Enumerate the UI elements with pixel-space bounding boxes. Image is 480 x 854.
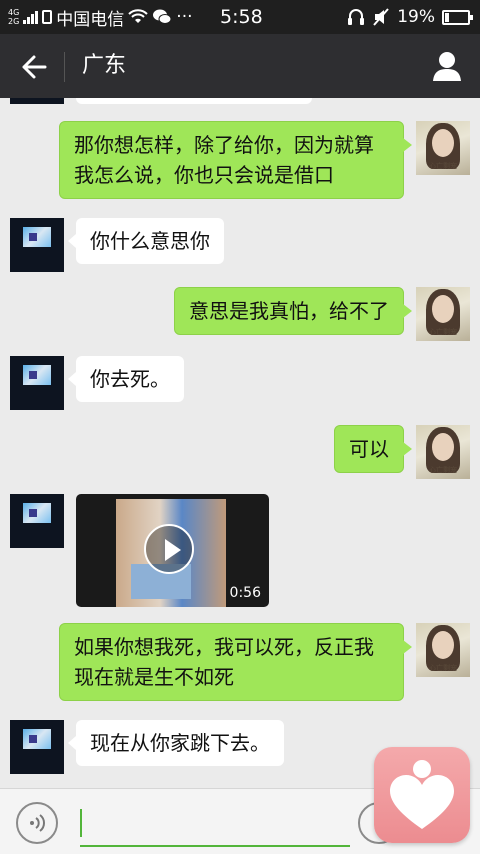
- play-icon[interactable]: [144, 524, 194, 574]
- battery-percent: 19%: [397, 7, 435, 27]
- network-top-label: 4G: [8, 8, 20, 17]
- my-avatar-caption: 心亡剩宠: [429, 328, 457, 336]
- status-time: 5:58: [220, 6, 263, 28]
- title-divider: [64, 52, 65, 82]
- message-text: 现在从你家跳下去。: [90, 731, 270, 755]
- my-avatar[interactable]: 心亡剩宠: [416, 425, 470, 479]
- profile-icon[interactable]: [432, 50, 462, 82]
- wifi-icon: [128, 9, 149, 23]
- sim-card-icon: [42, 10, 53, 24]
- status-left: 4G 2G 中国电信 ···: [8, 0, 193, 34]
- contact-avatar[interactable]: [10, 720, 64, 774]
- network-bottom-label: 2G: [8, 17, 20, 26]
- my-avatar[interactable]: 心亡剩宠: [416, 287, 470, 341]
- video-duration: 0:56: [229, 585, 261, 601]
- message-bubble-sent[interactable]: 那你想怎样，除了给你，因为就算我怎么说，你也只会说是借口: [59, 121, 412, 199]
- status-bar: 4G 2G 中国电信 ··· 5:58 19%: [0, 0, 480, 34]
- message-text: 可以: [349, 437, 389, 461]
- battery-fill: [445, 12, 449, 22]
- message-bubble-received[interactable]: 你去死。: [68, 356, 184, 402]
- message-input[interactable]: [80, 801, 350, 847]
- chat-area[interactable]: 心亡剩宠 那你想怎样，除了给你，因为就算我怎么说，你也只会说是借口 你什么意思你…: [0, 98, 480, 788]
- my-avatar-caption: 心亡剩宠: [429, 162, 457, 170]
- message-text: 你什么意思你: [90, 229, 210, 253]
- signal-icon: [23, 10, 39, 24]
- contact-avatar[interactable]: [10, 356, 64, 410]
- contact-avatar[interactable]: [10, 218, 64, 272]
- message-bubble-received[interactable]: 现在从你家跳下去。: [68, 720, 284, 766]
- chat-title: 广东: [82, 53, 127, 78]
- message-text: 如果你想我死，我可以死，反正我现在就是生不如死: [74, 635, 374, 689]
- message-bubble-sent[interactable]: 如果你想我死，我可以死，反正我现在就是生不如死: [59, 623, 412, 701]
- headset-icon: [348, 9, 365, 25]
- message-bubble-sent[interactable]: 可以: [334, 425, 412, 473]
- battery-icon: [442, 9, 473, 25]
- contact-avatar[interactable]: [10, 494, 64, 548]
- carrier-name: 中国电信: [56, 9, 125, 30]
- video-message[interactable]: 0:56: [76, 494, 269, 607]
- message-text: 你去死。: [90, 367, 170, 391]
- status-right: 19%: [347, 0, 473, 34]
- more-indicator: ···: [176, 7, 193, 27]
- contact-avatar[interactable]: [10, 98, 64, 104]
- message-text: 意思是我真怕，给不了: [189, 299, 389, 323]
- title-bar: 广东: [0, 34, 480, 98]
- my-avatar-caption: 心亡剩宠: [429, 466, 457, 474]
- mute-icon: [373, 8, 389, 26]
- message-text: 那你想怎样，除了给你，因为就算我怎么说，你也只会说是借口: [74, 133, 374, 187]
- voice-icon[interactable]: [16, 802, 58, 844]
- message-bubble-received[interactable]: 你什么意思你: [68, 218, 224, 264]
- my-avatar[interactable]: 心亡剩宠: [416, 623, 470, 677]
- message-bubble-partial: [76, 98, 312, 104]
- back-arrow-icon[interactable]: [18, 52, 48, 82]
- wechat-icon: [153, 9, 172, 24]
- my-avatar-caption: 心亡剩宠: [429, 664, 457, 672]
- network-type: 4G 2G: [8, 8, 19, 26]
- my-avatar[interactable]: 心亡剩宠: [416, 121, 470, 175]
- message-bubble-sent[interactable]: 意思是我真怕，给不了: [174, 287, 412, 335]
- input-cursor: [80, 809, 82, 837]
- heart-app-icon[interactable]: [374, 747, 470, 843]
